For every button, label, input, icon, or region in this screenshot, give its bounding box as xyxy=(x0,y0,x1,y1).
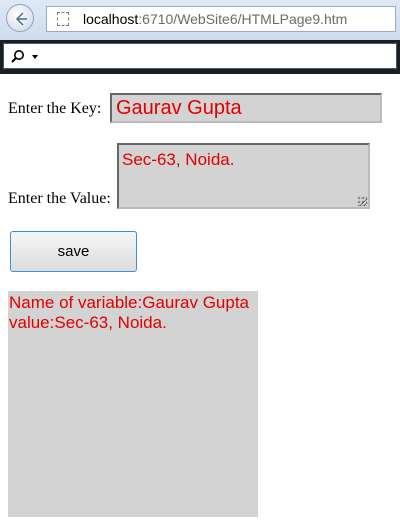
url-text: localhost:6710/WebSite6/HTMLPage9.htm xyxy=(83,7,347,31)
value-label: Enter the Value: xyxy=(8,190,111,207)
value-text: Sec-63, Noida. xyxy=(122,150,235,169)
chevron-down-icon[interactable] xyxy=(32,55,38,59)
browser-toolbar: localhost:6710/WebSite6/HTMLPage9.htm xyxy=(0,0,400,40)
search-input[interactable] xyxy=(3,43,397,69)
url-path: :6710/WebSite6/HTMLPage9.htm xyxy=(138,11,348,27)
search-icon xyxy=(11,50,24,63)
output-panel: Name of variable:Gaurav Gupta value:Sec-… xyxy=(8,291,258,517)
save-button[interactable]: save xyxy=(10,231,137,272)
key-label: Enter the Key: xyxy=(8,100,102,117)
search-bar xyxy=(0,40,400,74)
address-bar[interactable]: localhost:6710/WebSite6/HTMLPage9.htm xyxy=(46,6,396,32)
resize-grip-icon[interactable] xyxy=(357,196,367,206)
page-icon xyxy=(57,12,69,26)
back-button[interactable] xyxy=(6,4,34,32)
output-variable-line: Name of variable:Gaurav Gupta xyxy=(9,293,250,312)
value-textarea[interactable]: Sec-63, Noida. xyxy=(117,143,370,209)
key-input[interactable]: Gaurav Gupta xyxy=(110,93,382,123)
url-host: localhost xyxy=(83,11,139,27)
back-arrow-icon xyxy=(14,11,27,27)
output-value-line: value:Sec-63, Noida. xyxy=(9,313,167,332)
